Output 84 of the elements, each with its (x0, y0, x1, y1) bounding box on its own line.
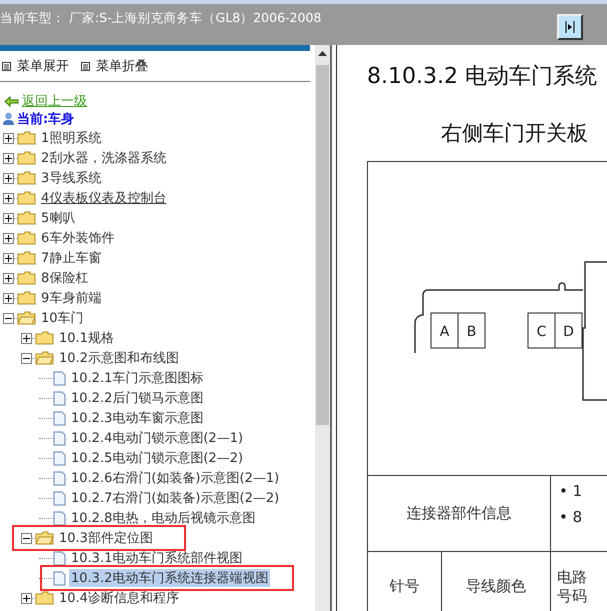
page-icon (53, 390, 66, 406)
document-subtitle: 右侧车门开关板 (441, 120, 589, 147)
page-icon (53, 430, 66, 446)
tree-item[interactable]: 10车门 (39, 309, 86, 327)
page-icon (53, 550, 66, 566)
tree-item[interactable]: 10.3.2电动车门系统连接器端视图 (69, 569, 270, 587)
collapse-toggle[interactable] (3, 312, 14, 324)
page-icon (53, 470, 66, 486)
user-icon (2, 112, 15, 126)
tree-item[interactable]: 10.1规格 (57, 329, 116, 347)
list-icon (2, 62, 11, 70)
folder-icon (17, 131, 36, 145)
tree-item[interactable]: 10.2.1车门示意图图标 (69, 369, 206, 387)
page-icon (53, 410, 66, 426)
tree-item[interactable]: 7静止车窗 (39, 249, 104, 267)
back-link[interactable]: 返回上一级 (22, 92, 87, 110)
scrollbar[interactable] (315, 45, 330, 611)
tree-item[interactable]: 5喇叭 (39, 209, 78, 227)
expand-toggle[interactable] (3, 232, 14, 244)
tree-item[interactable]: 10.2.6右滑门(如装备)示意图(2—1) (69, 469, 282, 487)
tree-item[interactable]: 10.2示意图和布线图 (57, 349, 181, 367)
toggle-panel-button[interactable] (557, 14, 583, 40)
page-icon (53, 490, 66, 506)
expand-toggle[interactable] (3, 172, 14, 184)
collapse-toggle[interactable] (21, 352, 32, 364)
expand-toggle[interactable] (3, 132, 14, 144)
list-icon (81, 62, 90, 70)
tree-item[interactable]: 9车身前端 (39, 289, 104, 307)
tree-item[interactable]: 10.3.1电动车门系统部件视图 (69, 549, 244, 567)
tree-item[interactable]: 3导线系统 (39, 169, 104, 187)
folder-icon (17, 311, 36, 325)
folder-icon (35, 531, 54, 545)
tree-item[interactable]: 2刮水器，洗涤器系统 (39, 149, 168, 167)
expand-toggle[interactable] (3, 192, 14, 204)
folder-icon (17, 291, 36, 305)
tree-item[interactable]: 10.3部件定位图 (57, 529, 155, 547)
page-icon (53, 450, 66, 466)
expand-toggle[interactable] (3, 152, 14, 164)
folder-icon (17, 191, 36, 205)
tree-item[interactable]: 10.2.7右滑门(如装备)示意图(2—2) (69, 489, 282, 507)
expand-toggle[interactable] (3, 272, 14, 284)
splitter-bar[interactable] (330, 45, 337, 611)
table-cell: 连接器部件信息 (368, 476, 551, 551)
expand-toggle[interactable] (3, 252, 14, 264)
tree-item[interactable]: 4仪表板仪表及控制台 (39, 189, 168, 207)
tree-item[interactable]: 10.2.2后门锁马示意图 (69, 389, 206, 407)
folder-icon (17, 211, 36, 225)
tree-item[interactable]: 1照明系统 (39, 129, 104, 147)
page-icon (53, 510, 66, 526)
menu-item[interactable]: 菜单展开 (2, 57, 69, 75)
expand-toggle[interactable] (21, 332, 32, 344)
tree-item[interactable]: 10.2.3电动车窗示意图 (69, 409, 206, 427)
column-header: 针号 (368, 552, 442, 611)
back-arrow-icon (4, 96, 19, 106)
tree-item[interactable]: 10.2.5电动门锁示意图(2—2) (69, 449, 246, 467)
scroll-thumb[interactable] (316, 65, 329, 425)
column-header: 导线颜色 (442, 552, 551, 611)
table-cell-text: • 1 • 8 (558, 481, 584, 528)
folder-icon (35, 331, 54, 345)
folder-icon (17, 231, 36, 245)
tree-item[interactable]: 6车外装饰件 (39, 229, 116, 247)
page-icon (53, 370, 66, 386)
expand-toggle[interactable] (3, 212, 14, 224)
current-location: 当前:车身 (17, 110, 74, 128)
folder-icon (35, 351, 54, 365)
expand-toggle[interactable] (3, 292, 14, 304)
folder-icon (17, 171, 36, 185)
collapse-toggle[interactable] (21, 532, 32, 544)
header-title: 当前车型： 厂家:S-上海别克商务车（GL8）2006-2008 (0, 10, 322, 27)
document-title: 8.10.3.2 电动车门系统 (367, 63, 598, 91)
tree-item[interactable]: 10.4诊断信息和程序 (57, 589, 181, 607)
tree-item[interactable]: 10.2.8电热，电动后视镜示意图 (69, 509, 258, 527)
tree-item[interactable]: 8保险杠 (39, 269, 90, 287)
folder-icon (17, 271, 36, 285)
panel-arrow-icon (565, 21, 575, 33)
column-header: 电路号码 (556, 566, 588, 607)
menu-item[interactable]: 菜单折叠 (81, 57, 148, 75)
expand-toggle[interactable] (21, 592, 32, 604)
page-icon (53, 570, 66, 586)
folder-icon (17, 251, 36, 265)
tree-item[interactable]: 10.2.4电动门锁示意图(2—1) (69, 429, 246, 447)
folder-icon (17, 151, 36, 165)
connector-drawing: A B C D (368, 162, 607, 475)
folder-icon (35, 591, 54, 605)
